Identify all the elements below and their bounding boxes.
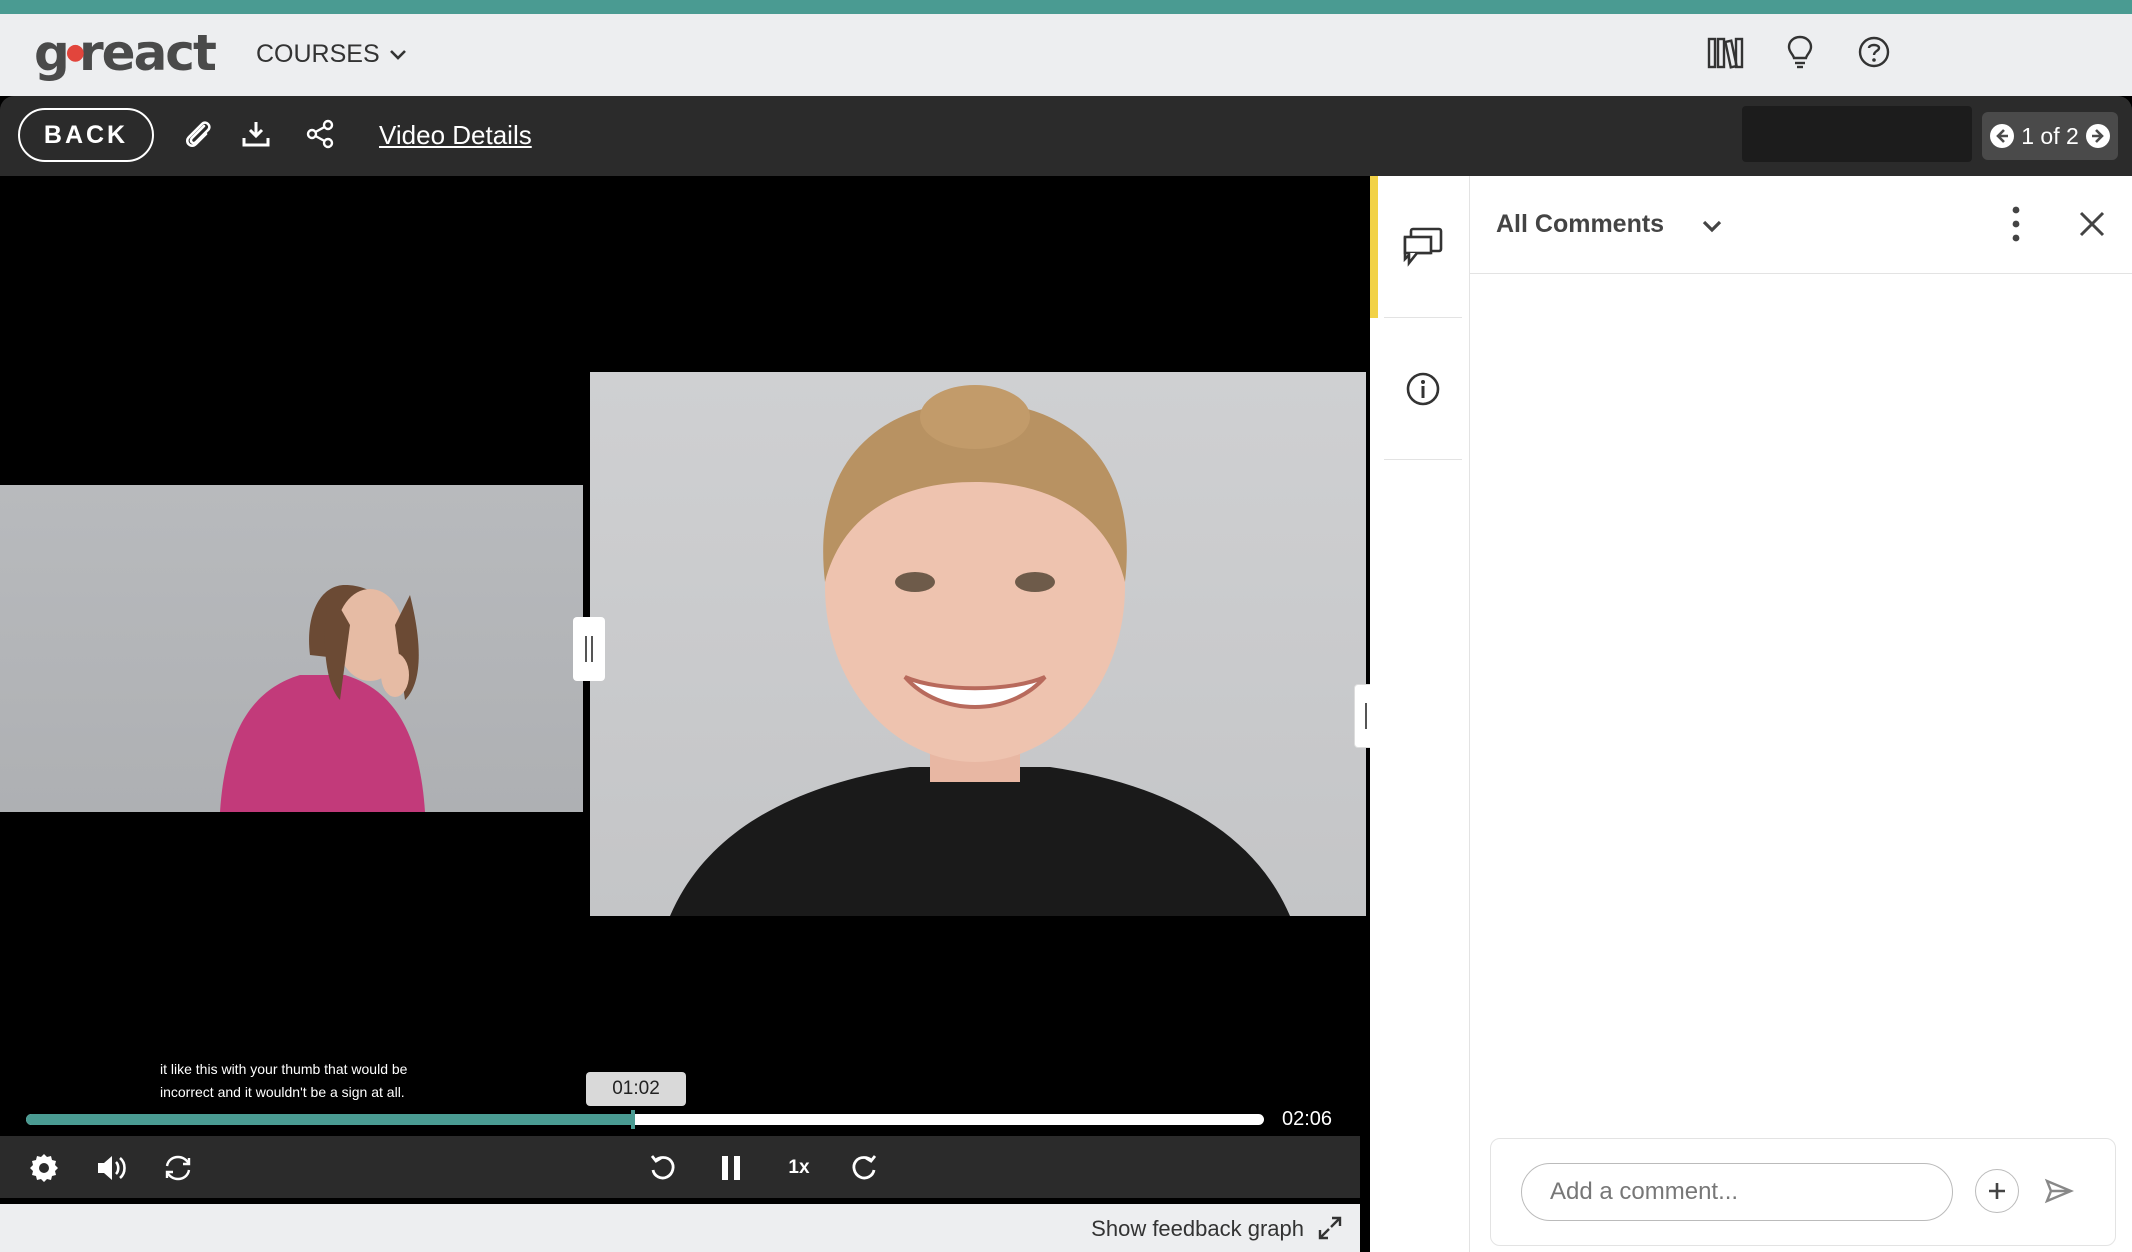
top-accent-strip bbox=[0, 0, 2132, 14]
sync-icon[interactable] bbox=[160, 1150, 196, 1186]
top-navigation: g●react COURSES bbox=[0, 14, 2132, 96]
download-icon[interactable] bbox=[236, 114, 276, 154]
side-tab-rail bbox=[1370, 176, 1470, 1252]
add-comment-input[interactable] bbox=[1521, 1163, 1953, 1221]
settings-gear-icon[interactable] bbox=[26, 1150, 62, 1186]
speaker-video[interactable] bbox=[590, 372, 1366, 916]
comments-filter-label[interactable]: All Comments bbox=[1496, 210, 1664, 239]
pager-label: 1 of 2 bbox=[2021, 122, 2079, 149]
info-icon bbox=[1406, 372, 1440, 405]
comments-header: All Comments bbox=[1470, 176, 2132, 274]
feedback-graph-bar: Show feedback graph bbox=[0, 1204, 1360, 1252]
help-icon[interactable] bbox=[1854, 32, 1894, 72]
share-icon[interactable] bbox=[300, 114, 340, 154]
caption-line-1: it like this with your thumb that would … bbox=[160, 1061, 408, 1077]
lightbulb-icon[interactable] bbox=[1780, 32, 1820, 72]
send-comment-button[interactable] bbox=[2037, 1169, 2081, 1213]
rewind-icon[interactable] bbox=[645, 1150, 681, 1186]
progress-bar[interactable] bbox=[26, 1110, 1264, 1129]
goreact-logo[interactable]: g●react bbox=[34, 24, 217, 82]
interpreter-video[interactable] bbox=[0, 485, 583, 812]
close-icon[interactable] bbox=[2072, 204, 2112, 244]
progress-knob[interactable] bbox=[631, 1110, 635, 1129]
caption-line-2: incorrect and it wouldn't be a sign at a… bbox=[160, 1084, 405, 1100]
previous-arrow-icon[interactable] bbox=[1989, 123, 2015, 149]
comments-icon bbox=[1403, 227, 1443, 267]
send-icon bbox=[2044, 1178, 2074, 1204]
plus-icon bbox=[1989, 1183, 2005, 1199]
pause-icon[interactable] bbox=[713, 1150, 749, 1186]
next-arrow-icon[interactable] bbox=[2085, 123, 2111, 149]
more-options-icon[interactable] bbox=[2004, 202, 2028, 246]
tab-comments[interactable] bbox=[1370, 176, 1462, 318]
playback-speed-label: 1x bbox=[788, 1157, 810, 1178]
current-time-tooltip: 01:02 bbox=[586, 1072, 686, 1106]
comments-panel: All Comments bbox=[1470, 176, 2132, 1252]
video-stage[interactable]: it like this with your thumb that would … bbox=[0, 176, 1370, 1252]
player-toolbar: BACK Video Details 1 of 2 bbox=[0, 96, 2132, 176]
comment-compose bbox=[1490, 1138, 2116, 1246]
video-details-link[interactable]: Video Details bbox=[379, 120, 532, 151]
player-controls: 1x bbox=[0, 1136, 1360, 1198]
pager: 1 of 2 bbox=[1982, 112, 2118, 160]
playback-speed-button[interactable]: 1x bbox=[781, 1150, 817, 1186]
add-attachment-button[interactable] bbox=[1975, 1169, 2019, 1213]
toolbar-placeholder-box bbox=[1742, 106, 1972, 162]
tab-info[interactable] bbox=[1384, 318, 1462, 460]
duration-label: 02:06 bbox=[1282, 1108, 1333, 1130]
volume-icon[interactable] bbox=[94, 1150, 130, 1186]
chevron-down-icon bbox=[389, 49, 406, 60]
expand-icon[interactable] bbox=[1316, 1214, 1344, 1242]
progress-fill bbox=[26, 1114, 633, 1125]
forward-icon[interactable] bbox=[846, 1150, 882, 1186]
back-button[interactable]: BACK bbox=[18, 108, 154, 162]
attachment-icon[interactable] bbox=[178, 114, 218, 154]
video-split-handle[interactable] bbox=[573, 617, 605, 681]
chevron-down-icon[interactable] bbox=[1698, 212, 1726, 240]
caption-box: it like this with your thumb that would … bbox=[152, 1058, 434, 1104]
show-feedback-graph-link[interactable]: Show feedback graph bbox=[1091, 1216, 1304, 1242]
courses-menu[interactable]: COURSES bbox=[256, 40, 408, 69]
library-icon[interactable] bbox=[1706, 32, 1746, 72]
courses-label: COURSES bbox=[256, 40, 380, 68]
